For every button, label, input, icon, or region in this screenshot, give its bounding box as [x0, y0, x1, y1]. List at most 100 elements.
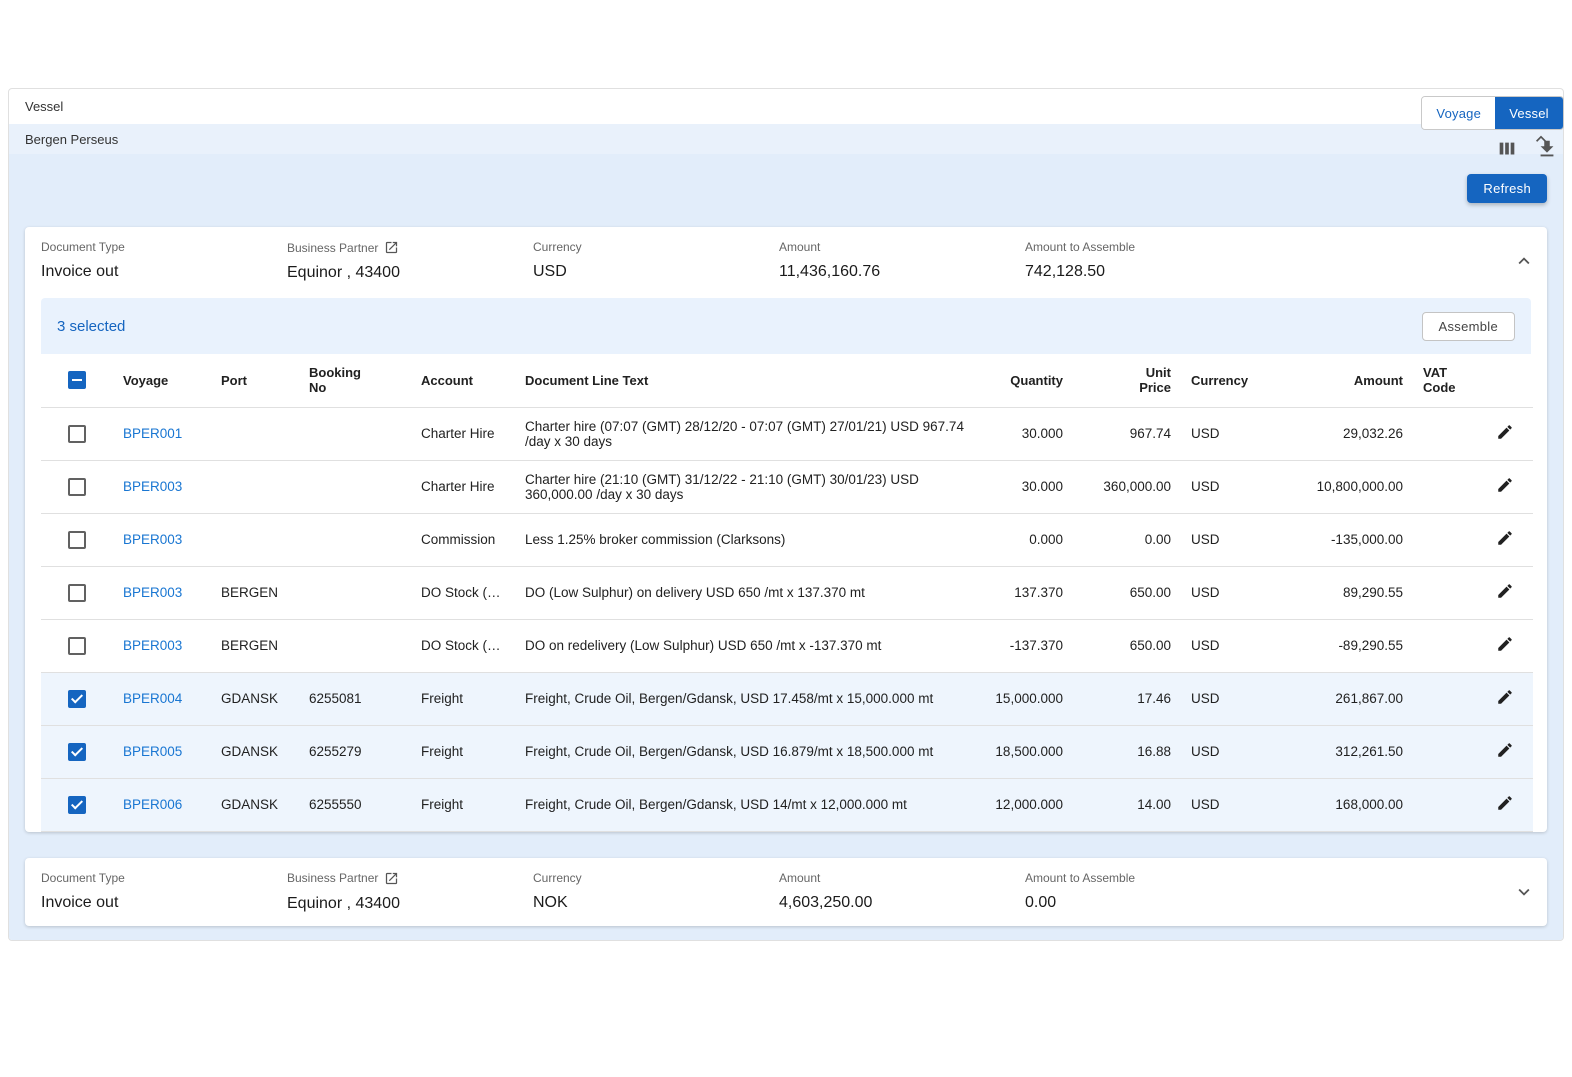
table-row: BPER001 Charter Hire Charter hire (07:07…: [41, 407, 1533, 460]
voyage-link[interactable]: BPER006: [123, 797, 182, 812]
table-header-row: Voyage Port Booking No Account Document …: [41, 354, 1533, 407]
currency-label: Currency: [533, 240, 767, 254]
currency-cell: USD: [1181, 513, 1253, 566]
unit-price-cell: 0.00: [1073, 513, 1181, 566]
table-actions: [1496, 138, 1558, 160]
unit-price-cell: 650.00: [1073, 619, 1181, 672]
assemble-button[interactable]: Assemble: [1422, 312, 1515, 341]
port-cell: [211, 513, 299, 566]
amount-cell: 168,000.00: [1253, 778, 1413, 831]
voyage-link[interactable]: BPER003: [123, 479, 182, 494]
line-text-cell: Charter hire (21:10 (GMT) 31/12/22 - 21:…: [515, 460, 981, 513]
amount-cell: 89,290.55: [1253, 566, 1413, 619]
voyage-link[interactable]: BPER004: [123, 691, 182, 706]
port-cell: GDANSK: [211, 672, 299, 725]
open-in-new-icon[interactable]: [384, 240, 399, 255]
view-columns-icon[interactable]: [1496, 138, 1518, 160]
invoice-card-usd-header[interactable]: Document Type Invoice out Business Partn…: [25, 227, 1547, 298]
edit-icon[interactable]: [1496, 794, 1514, 812]
booking-no-cell: 6255081: [299, 672, 411, 725]
voyage-link[interactable]: BPER003: [123, 638, 182, 653]
currency-cell: USD: [1181, 407, 1253, 460]
row-checkbox[interactable]: [68, 637, 86, 655]
edit-icon[interactable]: [1496, 582, 1514, 600]
amount-label: Amount: [779, 871, 1013, 885]
row-checkbox[interactable]: [68, 743, 86, 761]
booking-no-cell: 6255550: [299, 778, 411, 831]
vessel-group-body: Refresh Document Type Invoice out Busine…: [9, 154, 1563, 940]
vat-code-cell: [1413, 672, 1477, 725]
vat-code-cell: [1413, 725, 1477, 778]
invoice-card-nok-header[interactable]: Document Type Invoice out Business Partn…: [25, 858, 1547, 926]
booking-no-cell: [299, 407, 411, 460]
selected-count: 3 selected: [57, 318, 125, 335]
booking-no-cell: [299, 513, 411, 566]
line-text-cell: DO (Low Sulphur) on delivery USD 650 /mt…: [515, 566, 981, 619]
account-cell: Freight: [411, 672, 515, 725]
amount-to-assemble-label: Amount to Assemble: [1025, 871, 1259, 885]
vessel-group-name: Bergen Perseus: [25, 132, 118, 147]
edit-icon[interactable]: [1496, 688, 1514, 706]
row-checkbox[interactable]: [68, 531, 86, 549]
quantity-cell: 0.000: [981, 513, 1073, 566]
business-partner-label: Business Partner: [287, 871, 521, 886]
vat-code-cell: [1413, 778, 1477, 831]
line-text-cell: Freight, Crude Oil, Bergen/Gdansk, USD 1…: [515, 725, 981, 778]
document-type-label: Document Type: [41, 871, 275, 885]
booking-no-cell: 6255279: [299, 725, 411, 778]
row-checkbox[interactable]: [68, 584, 86, 602]
voyage-toggle-button[interactable]: Voyage: [1422, 97, 1495, 129]
row-checkbox[interactable]: [68, 690, 86, 708]
vessel-group-header[interactable]: Bergen Perseus: [9, 124, 1563, 154]
edit-icon[interactable]: [1496, 423, 1514, 441]
port-cell: [211, 460, 299, 513]
vessel-toggle-button[interactable]: Vessel: [1495, 97, 1563, 129]
currency-cell: USD: [1181, 619, 1253, 672]
document-type-value: Invoice out: [41, 263, 275, 281]
expand-card-icon[interactable]: [1513, 881, 1535, 903]
account-cell: Freight: [411, 778, 515, 831]
amount-to-assemble-value: 742,128.50: [1025, 263, 1259, 281]
unit-price-header: Unit Price: [1073, 354, 1181, 407]
unit-price-cell: 17.46: [1073, 672, 1181, 725]
edit-icon[interactable]: [1496, 529, 1514, 547]
row-checkbox[interactable]: [68, 478, 86, 496]
invoice-card-usd: Document Type Invoice out Business Partn…: [25, 227, 1547, 832]
port-cell: GDANSK: [211, 778, 299, 831]
amount-value: 4,603,250.00: [779, 894, 1013, 912]
currency-cell: USD: [1181, 725, 1253, 778]
edit-icon[interactable]: [1496, 741, 1514, 759]
table-row: BPER003 BERGEN DO Stock (L... DO on rede…: [41, 619, 1533, 672]
voyage-link[interactable]: BPER003: [123, 532, 182, 547]
select-all-checkbox[interactable]: [68, 371, 86, 389]
voyage-link[interactable]: BPER003: [123, 585, 182, 600]
line-text-cell: Freight, Crude Oil, Bergen/Gdansk, USD 1…: [515, 672, 981, 725]
account-cell: DO Stock (L...: [411, 619, 515, 672]
download-icon[interactable]: [1536, 138, 1558, 160]
edit-icon[interactable]: [1496, 635, 1514, 653]
edit-icon[interactable]: [1496, 476, 1514, 494]
currency-cell: USD: [1181, 672, 1253, 725]
amount-cell: 29,032.26: [1253, 407, 1413, 460]
amount-to-assemble-label: Amount to Assemble: [1025, 240, 1259, 254]
collapse-card-icon[interactable]: [1513, 250, 1535, 272]
vat-code-cell: [1413, 566, 1477, 619]
vat-code-header: VAT Code: [1413, 354, 1477, 407]
account-cell: DO Stock (L...: [411, 566, 515, 619]
port-header: Port: [211, 354, 299, 407]
row-checkbox[interactable]: [68, 425, 86, 443]
vat-code-cell: [1413, 460, 1477, 513]
currency-value: NOK: [533, 894, 767, 912]
refresh-button[interactable]: Refresh: [1467, 174, 1547, 203]
voyage-link[interactable]: BPER005: [123, 744, 182, 759]
unit-price-cell: 967.74: [1073, 407, 1181, 460]
voyage-link[interactable]: BPER001: [123, 426, 182, 441]
open-in-new-icon[interactable]: [384, 871, 399, 886]
quantity-cell: 137.370: [981, 566, 1073, 619]
port-cell: GDANSK: [211, 725, 299, 778]
currency-cell: USD: [1181, 460, 1253, 513]
row-checkbox[interactable]: [68, 796, 86, 814]
currency-value: USD: [533, 263, 767, 281]
view-toggle-group: Voyage Vessel: [1421, 96, 1564, 130]
quantity-cell: 30.000: [981, 460, 1073, 513]
